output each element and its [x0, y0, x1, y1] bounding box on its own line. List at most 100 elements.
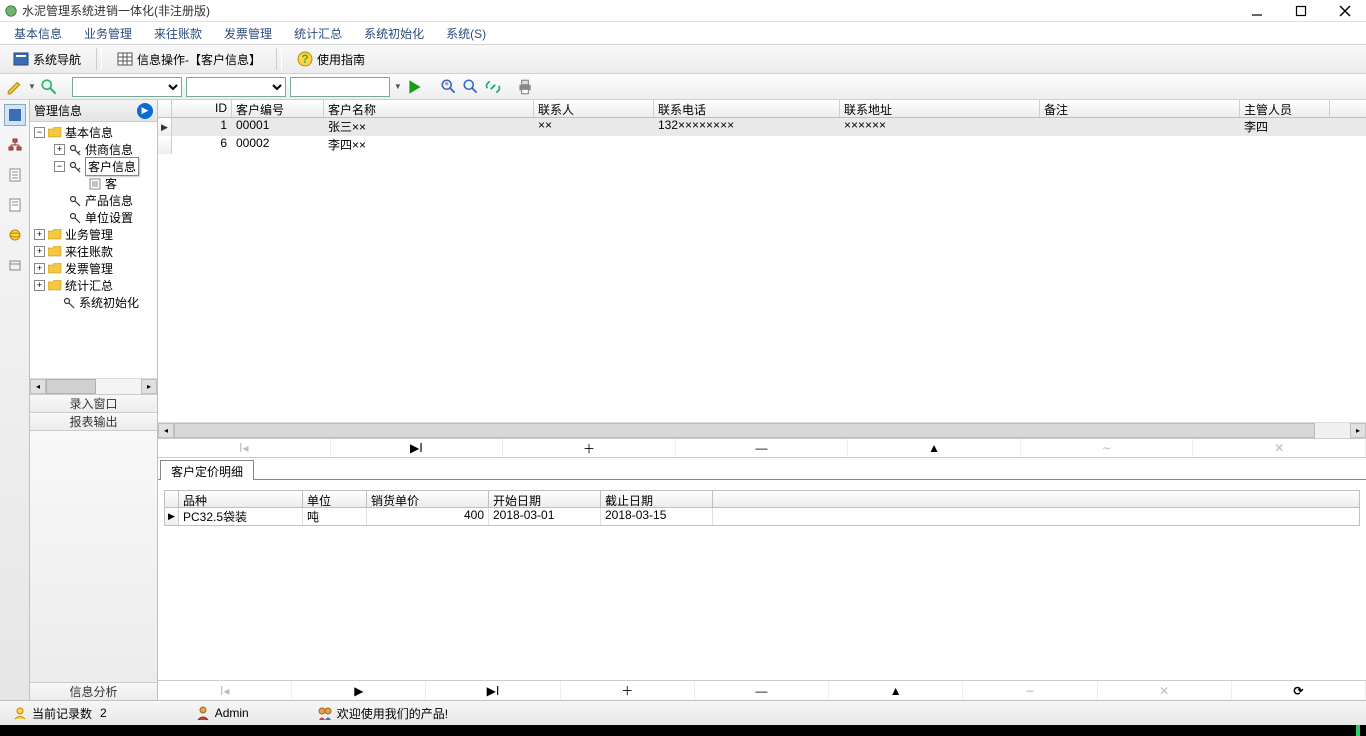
tree-sysinit[interactable]: 系统初始化 [30, 294, 157, 311]
status-welcome: 欢迎使用我们的产品! [311, 705, 454, 722]
menu-bar: 基本信息 业务管理 来往账款 发票管理 统计汇总 系统初始化 系统(S) [0, 22, 1366, 44]
left-icon-strip [0, 100, 30, 700]
tree-invoice[interactable]: + 发票管理 [30, 260, 157, 277]
tree-customer-child[interactable]: 客 [30, 175, 157, 192]
tree-basic-info[interactable]: − 基本信息 [30, 124, 157, 141]
print-icon[interactable] [516, 78, 534, 96]
help-icon: ? [297, 51, 313, 67]
minimize-button[interactable] [1244, 2, 1270, 20]
sidebar-section-analysis[interactable]: 信息分析 [30, 682, 157, 700]
app-icon [4, 4, 18, 18]
secondary-toolbar: ▼ ▼ [0, 74, 1366, 100]
usage-guide-button[interactable]: ? 使用指南 [288, 47, 374, 71]
col-addr[interactable]: 联系地址 [840, 100, 1040, 117]
info-operation-button[interactable]: 信息操作-【客户信息】 [108, 47, 270, 71]
nav-icon [13, 51, 29, 67]
sidebar-section-entry[interactable]: 录入窗口 [30, 394, 157, 412]
nav-first[interactable]: ꓲ◂ [158, 439, 331, 457]
filter-field-select[interactable] [72, 77, 182, 97]
col-id[interactable]: ID [172, 100, 232, 117]
menu-invoice[interactable]: 发票管理 [216, 23, 280, 44]
main-grid-header: ID 客户编号 客户名称 联系人 联系电话 联系地址 备注 主管人员 [158, 100, 1366, 118]
sidebar-section-report[interactable]: 报表输出 [30, 412, 157, 430]
sidebar-hscroll[interactable]: ◂▸ [30, 378, 157, 394]
dcol-end[interactable]: 截止日期 [601, 491, 713, 507]
user-icon [195, 705, 211, 721]
maximize-button[interactable] [1288, 2, 1314, 20]
tree-unit[interactable]: 单位设置 [30, 209, 157, 226]
nav2-del[interactable]: — [695, 681, 829, 700]
col-contact[interactable]: 联系人 [534, 100, 654, 117]
dcol-price[interactable]: 销货单价 [367, 491, 489, 507]
find-person-icon[interactable] [440, 78, 458, 96]
menu-business[interactable]: 业务管理 [76, 23, 140, 44]
col-name[interactable]: 客户名称 [324, 100, 534, 117]
record-nav-top: ꓲ◂ ▶ꓲ ＋ — ▲ ∼ ✕ [158, 438, 1366, 458]
dcol-unit[interactable]: 单位 [303, 491, 367, 507]
find-doc-icon[interactable] [462, 78, 480, 96]
nav2-up[interactable]: ▲ [829, 681, 963, 700]
filter-value-input[interactable] [290, 77, 390, 97]
nav-del[interactable]: — [676, 439, 849, 457]
menu-basic-info[interactable]: 基本信息 [6, 23, 70, 44]
nav-add[interactable]: ＋ [503, 439, 676, 457]
edit-icon[interactable] [6, 78, 24, 96]
menu-system[interactable]: 系统(S) [438, 23, 494, 44]
tree-product[interactable]: 产品信息 [30, 192, 157, 209]
records-icon [12, 705, 28, 721]
col-note[interactable]: 备注 [1040, 100, 1240, 117]
nav2-add[interactable]: ＋ [561, 681, 695, 700]
nav-muted1[interactable]: ∼ [1021, 439, 1194, 457]
main-grid-hscroll[interactable]: ◂ ▸ [158, 422, 1366, 438]
detail-grid-header: 品种 单位 销货单价 开始日期 截止日期 [164, 490, 1360, 508]
strip-view-icon[interactable] [4, 104, 26, 126]
nav2-last[interactable]: ▶ꓲ [426, 681, 560, 700]
tree-stats[interactable]: + 统计汇总 [30, 277, 157, 294]
table-row[interactable]: 6 00002 李四×× [158, 136, 1366, 154]
record-nav-bottom: ꓲ◂ ▶ ▶ꓲ ＋ — ▲ ∼ ✕ ⟳ [158, 680, 1366, 700]
nav2-muted2[interactable]: ✕ [1098, 681, 1232, 700]
tree-accounts[interactable]: + 来往账款 [30, 243, 157, 260]
nav2-muted1[interactable]: ∼ [963, 681, 1097, 700]
tree-supplier[interactable]: + 供商信息 [30, 141, 157, 158]
grid-icon [117, 51, 133, 67]
col-mgr[interactable]: 主管人员 [1240, 100, 1330, 117]
nav-muted2[interactable]: ✕ [1193, 439, 1366, 457]
nav2-first[interactable]: ꓲ◂ [158, 681, 292, 700]
strip-globe-icon[interactable] [4, 224, 26, 246]
sidebar-header: 管理信息 ▶ [30, 100, 157, 122]
primary-toolbar: 系统导航 信息操作-【客户信息】 ? 使用指南 [0, 44, 1366, 74]
nav2-play[interactable]: ▶ [292, 681, 426, 700]
menu-accounts[interactable]: 来往账款 [146, 23, 210, 44]
nav2-refresh[interactable]: ⟳ [1232, 681, 1366, 700]
system-nav-button[interactable]: 系统导航 [4, 47, 90, 71]
menu-sysinit[interactable]: 系统初始化 [356, 23, 432, 44]
col-code[interactable]: 客户编号 [232, 100, 324, 117]
link-icon[interactable] [484, 78, 502, 96]
sidebar-collapse-icon[interactable]: ▶ [137, 103, 153, 119]
search-icon[interactable] [40, 78, 58, 96]
strip-archive-icon[interactable] [4, 254, 26, 276]
menu-stats[interactable]: 统计汇总 [286, 23, 350, 44]
run-icon[interactable] [406, 78, 424, 96]
taskbar-strip [0, 725, 1366, 736]
strip-doc2-icon[interactable] [4, 194, 26, 216]
detail-row[interactable]: ▶ PC32.5袋装 吨 400 2018-03-01 2018-03-15 [164, 508, 1360, 526]
close-button[interactable] [1332, 2, 1358, 20]
welcome-icon [317, 705, 333, 721]
col-phone[interactable]: 联系电话 [654, 100, 840, 117]
strip-doc1-icon[interactable] [4, 164, 26, 186]
tree-business[interactable]: + 业务管理 [30, 226, 157, 243]
detail-tab-pricing[interactable]: 客户定价明细 [160, 460, 254, 480]
nav-last[interactable]: ▶ꓲ [331, 439, 504, 457]
detail-area: 品种 单位 销货单价 开始日期 截止日期 ▶ PC32.5袋装 吨 400 20… [158, 480, 1366, 680]
strip-org-icon[interactable] [4, 134, 26, 156]
nav-up[interactable]: ▲ [848, 439, 1021, 457]
sidebar: 管理信息 ▶ − 基本信息 + 供商信息 − 客户信息 客 [30, 100, 158, 700]
filter-op-select[interactable] [186, 77, 286, 97]
dcol-variety[interactable]: 品种 [179, 491, 303, 507]
table-row[interactable]: ▶ 1 00001 张三×× ×× 132×××××××× ×××××× 李四 [158, 118, 1366, 136]
content-area: ID 客户编号 客户名称 联系人 联系电话 联系地址 备注 主管人员 ▶ 1 0… [158, 100, 1366, 700]
tree-customer[interactable]: − 客户信息 [30, 158, 157, 175]
dcol-start[interactable]: 开始日期 [489, 491, 601, 507]
